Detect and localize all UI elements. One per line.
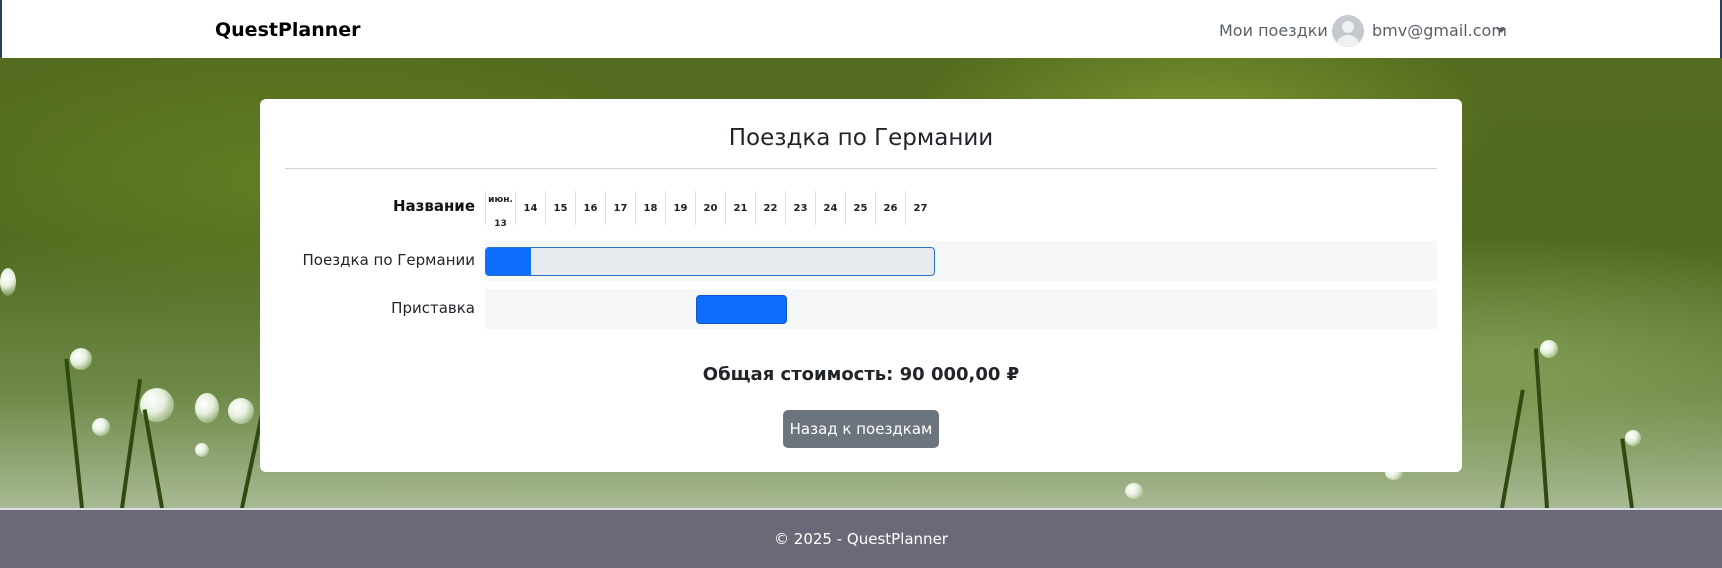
gantt-day-header: 18 (635, 191, 665, 225)
divider (285, 168, 1437, 169)
gantt-row-label: Поездка по Германии (302, 251, 475, 269)
back-to-trips-button[interactable]: Назад к поездкам (783, 410, 939, 448)
user-avatar-icon[interactable] (1332, 15, 1364, 47)
gantt-bar-item[interactable] (696, 295, 787, 324)
gantt-day-header: 22 (755, 191, 785, 225)
gantt-row (485, 289, 1437, 329)
user-menu-toggle[interactable]: bmv@gmail.com (1372, 21, 1507, 40)
gantt-progress-fill (486, 248, 531, 275)
total-cost: Общая стоимость: 90 000,00 ₽ (702, 364, 1020, 385)
gantt-day-header: 25 (845, 191, 875, 225)
gantt-day-header: 27 (905, 191, 935, 225)
gantt-day-header: 15 (545, 191, 575, 225)
gantt-row-label: Приставка (391, 299, 475, 317)
gantt-day-header: 14 (515, 191, 545, 225)
gantt-bar-trip[interactable] (485, 247, 935, 276)
navbar: QuestPlanner Мои поездки bmv@gmail.com (0, 0, 1722, 58)
gantt-day-header: 26 (875, 191, 905, 225)
gantt-day-header: 20 (695, 191, 725, 225)
gantt-day-header: 21 (725, 191, 755, 225)
my-trips-link[interactable]: Мои поездки (1219, 21, 1328, 40)
gantt-name-header: Название (392, 197, 475, 215)
footer: © 2025 - QuestPlanner (0, 508, 1722, 568)
gantt-day-header: 23 (785, 191, 815, 225)
trip-title: Поездка по Германии (728, 125, 994, 151)
brand-logo[interactable]: QuestPlanner (215, 19, 361, 41)
gantt-day-header: 19 (665, 191, 695, 225)
trip-card: Поездка по Германии Название июн. 13 14 … (260, 99, 1462, 472)
caret-down-icon[interactable] (1496, 28, 1506, 33)
gantt-day-header: 17 (605, 191, 635, 225)
gantt-day-header: 24 (815, 191, 845, 225)
gantt-day-header: 16 (575, 191, 605, 225)
gantt-day-header: июн. 13 (485, 191, 515, 229)
footer-copyright: © 2025 - QuestPlanner (774, 530, 948, 548)
